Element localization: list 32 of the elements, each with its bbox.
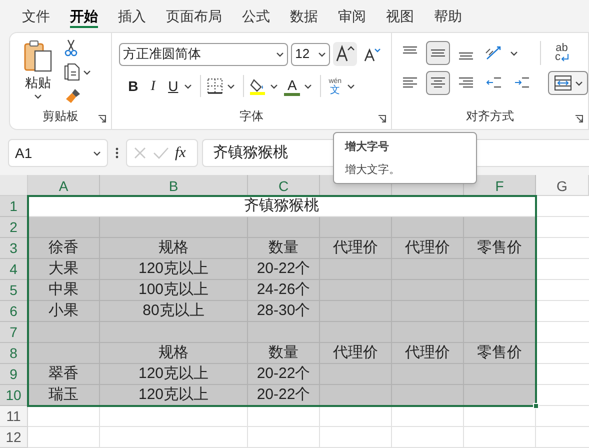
table-cell: 24-26个 (248, 280, 320, 301)
table-cell: 数量 (248, 343, 320, 364)
table-cell: 20-22个 (248, 259, 320, 280)
tooltip-text: 增大文字。 (345, 162, 401, 178)
table-cell: 代理价 (392, 238, 464, 259)
table-cell: 数量 (248, 238, 320, 259)
title-cell: 齐镇猕猴桃 (28, 196, 536, 217)
table-cell: 零售价 (464, 238, 536, 259)
table-cell: 翠香 (28, 364, 100, 385)
group-label: 字体 (238, 108, 265, 125)
table-cell: 瑞玉 (28, 385, 100, 406)
table-cell: 20-22个 (248, 364, 320, 385)
table-cell: 中果 (28, 280, 100, 301)
table-cell: 100克以上 (100, 280, 248, 301)
table-cell: 规格 (100, 238, 248, 259)
table-cell: 大果 (28, 259, 100, 280)
table-cell: 代理价 (320, 238, 392, 259)
table-cell: 80克以上 (100, 301, 248, 322)
table-cell: 零售价 (464, 343, 536, 364)
table-cell: 20-22个 (248, 385, 320, 406)
tooltip-title: 增大字号 (345, 140, 390, 155)
table-cell: 28-30个 (248, 301, 320, 322)
table-cell: 规格 (100, 343, 248, 364)
table-cell: 代理价 (392, 343, 464, 364)
table-cell: 徐香 (28, 238, 100, 259)
table-cell: 120克以上 (100, 364, 248, 385)
table-cell: 小果 (28, 301, 100, 322)
table-cell: 120克以上 (100, 385, 248, 406)
table-cell: 代理价 (320, 343, 392, 364)
group-label: 对齐方式 (465, 108, 515, 125)
table-cell: 120克以上 (100, 259, 248, 280)
group-label: 剪贴板 (42, 108, 80, 125)
